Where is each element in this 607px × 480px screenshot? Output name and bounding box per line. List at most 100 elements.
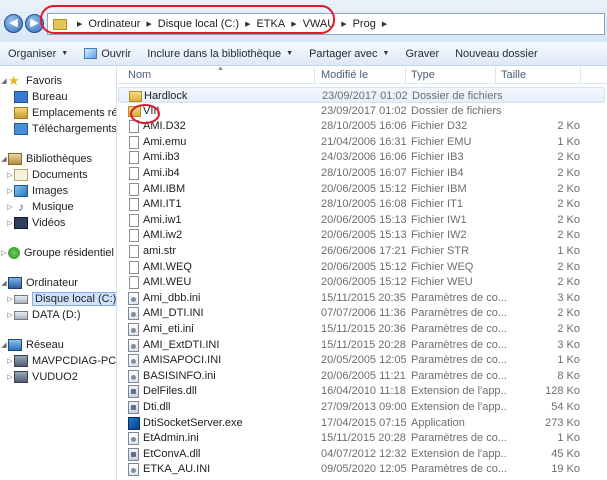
nav-label: Ordinateur (26, 277, 78, 289)
nav-label: MAVPCDIAG-PC (32, 355, 117, 367)
nav-images[interactable]: ▷ Images (6, 183, 68, 199)
nav-network-pc-1[interactable]: ▷ MAVPCDIAG-PC (6, 353, 116, 369)
nav-network-pc-2[interactable]: ▷ VUDUO2 (6, 369, 78, 385)
chevron-right-icon[interactable]: ▶ (341, 20, 346, 28)
organize-button[interactable]: Organiser ▼ (0, 43, 76, 65)
expand-arrow-icon[interactable]: ◢ (0, 77, 8, 85)
collapsed-arrow-icon[interactable]: ▷ (0, 249, 8, 257)
table-row[interactable]: AMI.iw2 20/06/2005 15:13 Fichier IW2 2 Ko (118, 227, 605, 243)
breadcrumb-item-computer[interactable]: Ordinateur (88, 18, 140, 30)
nav-desktop[interactable]: Bureau (14, 89, 67, 105)
column-header-size[interactable]: Taille (501, 69, 526, 81)
file-name: Ami.ib4 (143, 167, 180, 179)
nav-data-drive[interactable]: ▷ DATA (D:) (6, 307, 80, 323)
file-size: 2 Ko (557, 182, 580, 195)
new-folder-button[interactable]: Nouveau dossier (447, 43, 546, 65)
chevron-right-icon[interactable]: ▶ (146, 20, 151, 28)
file-type: Fichier WEQ (411, 260, 474, 273)
expand-arrow-icon[interactable]: ◢ (0, 279, 8, 287)
address-field[interactable]: ▶ Ordinateur ▶ Disque local (C:) ▶ ETKA … (47, 13, 605, 35)
table-row[interactable]: Ami.ib3 24/03/2006 16:06 Fichier IB3 2 Ko (118, 149, 605, 165)
table-row[interactable]: Ami.iw1 20/06/2005 15:13 Fichier IW1 2 Ko (118, 212, 605, 228)
table-row[interactable]: Ami.ib4 28/10/2005 16:07 Fichier IB4 2 Ko (118, 165, 605, 181)
table-row[interactable]: AMI_DTI.INI 07/07/2006 11:36 Paramètres de… (118, 305, 605, 321)
chevron-right-icon[interactable]: ▶ (77, 20, 82, 28)
chevron-right-icon[interactable]: ▶ (382, 20, 387, 28)
column-divider[interactable] (405, 67, 406, 84)
breadcrumb-item-local-disk[interactable]: Disque local (C:) (158, 18, 239, 30)
nav-videos[interactable]: ▷ Vidéos (6, 215, 65, 231)
file-type: Extension de l'app... (411, 447, 506, 460)
table-row[interactable]: AMI_ExtDTI.INI 15/11/2015 20:28 Paramètres… (118, 337, 605, 353)
burn-button[interactable]: Graver (397, 43, 447, 65)
table-row[interactable]: EtConvA.dll 04/07/2012 12:32 Extension de … (118, 446, 605, 462)
breadcrumb-item-prog[interactable]: Prog (353, 18, 376, 30)
table-row[interactable]: VIII 23/09/2017 01:02 Dossier de fichiers (118, 103, 605, 119)
table-row[interactable]: ETKA_AU.INI 09/05/2020 12:05 Paramètres de… (118, 461, 605, 477)
nav-downloads[interactable]: Téléchargements (14, 121, 116, 137)
exe-icon (128, 416, 140, 430)
nav-documents[interactable]: ▷ Documents (6, 167, 88, 183)
nav-local-disk[interactable]: ▷ Disque local (C:) (6, 291, 116, 307)
file-type: Paramètres de co... (411, 323, 506, 335)
table-row[interactable]: AMI.IT1 28/10/2005 16:08 Fichier IT1 2 Ko (118, 196, 605, 212)
table-row[interactable]: Dti.dll 27/09/2013 09:00 Extension de l'ap… (118, 399, 605, 415)
table-row[interactable]: Hardlock 23/09/2017 01:02 Dossier de fichi… (118, 87, 605, 103)
nav-favorites[interactable]: ◢ ★ Favoris (0, 73, 62, 89)
collapsed-arrow-icon[interactable]: ▷ (6, 171, 14, 179)
collapsed-arrow-icon[interactable]: ▷ (6, 373, 14, 381)
nav-music[interactable]: ▷ ♪ Musique (6, 199, 73, 215)
organize-label: Organiser (8, 47, 57, 60)
file-name: Hardlock (144, 90, 188, 102)
column-divider[interactable] (580, 67, 581, 84)
table-row[interactable]: Ami.emu 21/04/2006 16:31 Fichier EMU 1 Ko (118, 134, 605, 150)
breadcrumb-item-vwau[interactable]: VWAU (303, 18, 336, 30)
table-row[interactable]: ami.str 26/06/2006 17:21 Fichier STR 1 Ko (118, 243, 605, 259)
table-row[interactable]: Ami_eti.ini 15/11/2015 20:36 Paramètres de… (118, 321, 605, 337)
file-name: EtConvA.dll (143, 447, 201, 460)
table-row[interactable]: DtiSocketServer.exe 17/04/2015 07:15 Appli… (118, 415, 605, 431)
table-row[interactable]: EtAdmin.ini 15/11/2015 20:28 Paramètres de… (118, 430, 605, 446)
nav-computer[interactable]: ◢ Ordinateur (0, 275, 78, 291)
table-row[interactable]: BASISINFO.ini 20/06/2005 11:21 Paramètres … (118, 368, 605, 384)
nav-label: Favoris (26, 75, 63, 87)
table-row[interactable]: AMI.WEQ 20/06/2005 15:12 Fichier WEQ 2 Ko (118, 259, 605, 275)
column-header-type[interactable]: Type (411, 69, 435, 81)
forward-button[interactable]: ▶ (25, 14, 44, 33)
collapsed-arrow-icon[interactable]: ▷ (6, 295, 14, 303)
collapsed-arrow-icon[interactable]: ▷ (6, 187, 14, 195)
table-row[interactable]: AMI.WEU 20/06/2005 15:12 Fichier WEU 2 Ko (118, 274, 605, 290)
table-row[interactable]: Ami_dbb.ini 15/11/2015 20:35 Paramètres de… (118, 290, 605, 306)
nav-recent-places[interactable]: Emplacements récents (14, 105, 116, 121)
chevron-right-icon[interactable]: ▶ (245, 20, 250, 28)
open-button[interactable]: Ouvrir (76, 43, 139, 65)
table-row[interactable]: AMI.D32 28/10/2005 16:06 Fichier D32 2 Ko (118, 118, 605, 134)
breadcrumb-item-etka[interactable]: ETKA (256, 18, 285, 30)
expand-arrow-icon[interactable]: ◢ (0, 341, 8, 349)
file-size: 2 Ko (557, 229, 580, 242)
file-modified: 07/07/2006 11:36 (321, 307, 406, 320)
table-row[interactable]: AMI.IBM 20/06/2005 15:12 Fichier IBM 2 Ko (118, 181, 605, 197)
file-modified: 17/04/2015 07:15 (321, 416, 406, 429)
column-header-modified[interactable]: Modifié le (321, 69, 368, 81)
nav-label: Bibliothèques (26, 153, 93, 165)
back-button[interactable]: ◀ (4, 14, 23, 33)
collapsed-arrow-icon[interactable]: ▷ (6, 203, 14, 211)
chevron-right-icon[interactable]: ▶ (291, 20, 296, 28)
column-divider[interactable] (314, 67, 315, 84)
column-header-name[interactable]: Nom (128, 69, 151, 81)
nav-homegroup[interactable]: ▷ Groupe résidentiel (0, 245, 114, 261)
nav-libraries[interactable]: ◢ Bibliothèques (0, 151, 92, 167)
table-row[interactable]: AMISAPOCI.INI 20/05/2005 12:05 Paramètres … (118, 352, 605, 368)
nav-network[interactable]: ◢ Réseau (0, 337, 64, 353)
include-library-button[interactable]: Inclure dans la bibliothèque ▼ (139, 43, 301, 65)
collapsed-arrow-icon[interactable]: ▷ (6, 357, 14, 365)
expand-arrow-icon[interactable]: ◢ (0, 155, 8, 163)
file-icon (129, 213, 139, 227)
table-row[interactable]: DelFiles.dll 16/04/2010 11:18 Extension de… (118, 383, 605, 399)
share-button[interactable]: Partager avec ▼ (301, 43, 397, 65)
column-divider[interactable] (495, 67, 496, 84)
collapsed-arrow-icon[interactable]: ▷ (6, 219, 14, 227)
collapsed-arrow-icon[interactable]: ▷ (6, 311, 14, 319)
file-size: 2 Ko (557, 323, 580, 335)
